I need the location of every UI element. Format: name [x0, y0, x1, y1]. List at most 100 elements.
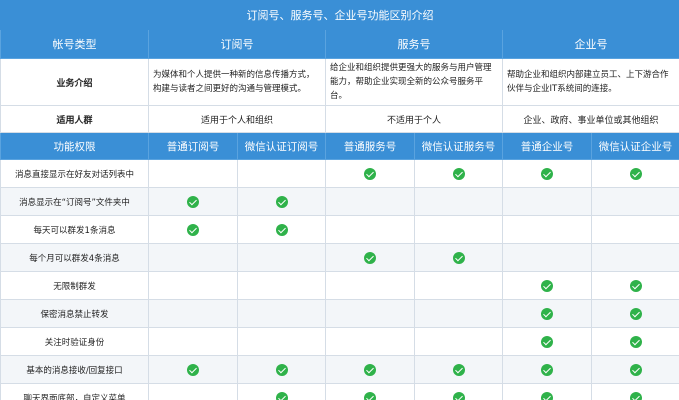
table-row: 关注时验证身份: [0, 327, 679, 356]
feature-name: 消息直接显示在好友对话列表中: [0, 159, 149, 188]
header-service: 服务号: [325, 29, 503, 59]
feature-cell: [590, 187, 679, 216]
intro-label: 业务介绍: [0, 58, 149, 106]
check-circle-icon: [452, 391, 465, 400]
table-row: 每个月可以群发4条消息: [0, 243, 679, 272]
feature-cell: [148, 299, 238, 328]
feature-name: 基本的消息接收/回复接口: [0, 355, 149, 384]
comparison-table: 订阅号、服务号、企业号功能区别介绍 帐号类型 订阅号 服务号 企业号 业务介绍 …: [0, 0, 679, 400]
table-row: 保密消息禁止转发: [0, 299, 679, 328]
subheader-row: 功能权限 普通订阅号 微信认证订阅号 普通服务号 微信认证服务号 普通企业号 微…: [0, 132, 679, 160]
feature-cell: [237, 243, 326, 272]
check-circle-icon: [629, 167, 642, 180]
check-circle-icon: [629, 279, 642, 292]
feature-name: 消息显示在“订阅号”文件夹中: [0, 187, 149, 216]
feature-cell: [148, 383, 238, 400]
check-circle-icon: [452, 363, 465, 376]
feature-cell: [325, 383, 415, 400]
feature-cell: [414, 355, 503, 384]
audience-subscription: 适用于个人和组织: [148, 105, 326, 133]
table-row: 基本的消息接收/回复接口: [0, 355, 679, 384]
audience-row: 适用人群 适用于个人和组织 不适用于个人 企业、政府、事业单位或其他组织: [0, 105, 679, 133]
check-circle-icon: [187, 195, 199, 208]
check-circle-icon: [275, 391, 288, 400]
feature-cell: [237, 383, 326, 400]
feature-cell: [325, 159, 415, 188]
feature-cell: [590, 159, 679, 188]
feature-name: 聊天界面底部，自定义菜单: [0, 383, 149, 400]
subheader-col: 普通订阅号: [148, 132, 238, 160]
feature-cell: [325, 187, 415, 216]
check-circle-icon: [629, 307, 642, 320]
check-circle-icon: [364, 251, 376, 264]
table-row: 无限制群发: [0, 271, 679, 300]
subheader-col: 微信认证服务号: [414, 132, 503, 160]
table-row: 聊天界面底部，自定义菜单: [0, 383, 679, 400]
audience-enterprise: 企业、政府、事业单位或其他组织: [501, 105, 679, 133]
header-row: 帐号类型 订阅号 服务号 企业号: [0, 29, 679, 59]
check-circle-icon: [275, 223, 288, 236]
check-circle-icon: [275, 195, 288, 208]
feature-cell: [237, 215, 326, 244]
check-circle-icon: [541, 167, 553, 180]
feature-cell: [414, 271, 503, 300]
feature-cell: [590, 215, 679, 244]
header-account-type: 帐号类型: [0, 29, 149, 59]
check-circle-icon: [629, 335, 642, 348]
feature-cell: [148, 187, 238, 216]
feature-cell: [325, 355, 415, 384]
intro-subscription: 为媒体和个人提供一种新的信息传播方式，构建与读者之间更好的沟通与管理模式。: [148, 58, 326, 106]
check-circle-icon: [541, 307, 553, 320]
feature-cell: [502, 243, 592, 272]
feature-cell: [414, 243, 503, 272]
table-title: 订阅号、服务号、企业号功能区别介绍: [0, 0, 679, 30]
subheader-function: 功能权限: [0, 132, 149, 160]
check-circle-icon: [275, 363, 288, 376]
feature-cell: [502, 327, 592, 356]
feature-cell: [325, 243, 415, 272]
title-row: 订阅号、服务号、企业号功能区别介绍: [0, 0, 679, 30]
audience-label: 适用人群: [0, 105, 149, 133]
check-circle-icon: [629, 391, 642, 400]
subheader-col: 微信认证订阅号: [237, 132, 326, 160]
feature-cell: [237, 327, 326, 356]
subheader-col: 普通企业号: [502, 132, 592, 160]
feature-cell: [502, 159, 592, 188]
feature-cell: [325, 299, 415, 328]
feature-cell: [590, 299, 679, 328]
feature-cell: [502, 383, 592, 400]
feature-cell: [148, 243, 238, 272]
check-circle-icon: [187, 223, 199, 236]
feature-cell: [414, 383, 503, 400]
check-circle-icon: [364, 363, 376, 376]
check-circle-icon: [364, 391, 376, 400]
check-circle-icon: [541, 363, 553, 376]
feature-cell: [414, 327, 503, 356]
table-row: 消息直接显示在好友对话列表中: [0, 159, 679, 188]
intro-enterprise: 帮助企业和组织内部建立员工、上下游合作伙伴与企业IT系统间的连接。: [501, 58, 679, 106]
check-circle-icon: [452, 167, 465, 180]
feature-name: 每天可以群发1条消息: [0, 215, 149, 244]
feature-cell: [148, 271, 238, 300]
check-circle-icon: [629, 363, 642, 376]
feature-cell: [237, 355, 326, 384]
feature-cell: [590, 355, 679, 384]
feature-cell: [237, 159, 326, 188]
feature-cell: [414, 215, 503, 244]
check-circle-icon: [364, 167, 376, 180]
intro-row: 业务介绍 为媒体和个人提供一种新的信息传播方式，构建与读者之间更好的沟通与管理模…: [0, 58, 679, 106]
check-circle-icon: [187, 363, 199, 376]
feature-name: 每个月可以群发4条消息: [0, 243, 149, 272]
header-enterprise: 企业号: [501, 29, 679, 59]
check-circle-icon: [541, 279, 553, 292]
feature-cell: [414, 159, 503, 188]
feature-cell: [148, 327, 238, 356]
subheader-col: 普通服务号: [325, 132, 415, 160]
feature-cell: [414, 299, 503, 328]
audience-service: 不适用于个人: [325, 105, 503, 133]
comparison-sheet: 订阅号、服务号、企业号功能区别介绍 帐号类型 订阅号 服务号 企业号 业务介绍 …: [0, 0, 679, 400]
table-row: 消息显示在“订阅号”文件夹中: [0, 187, 679, 216]
feature-cell: [148, 159, 238, 188]
check-circle-icon: [452, 251, 465, 264]
feature-cell: [502, 271, 592, 300]
